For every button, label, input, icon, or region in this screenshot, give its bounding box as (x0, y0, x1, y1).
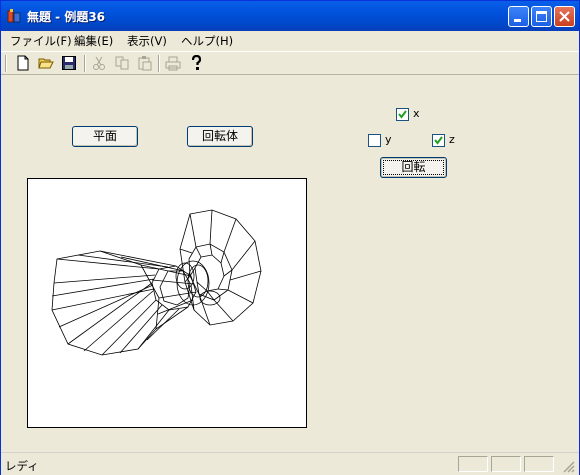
checkbox-z-label: z (449, 133, 455, 146)
checkbox-y-label: y (385, 133, 392, 146)
menu-file[interactable]: ファイル(F) (10, 33, 72, 49)
minimize-button[interactable] (508, 6, 529, 27)
drawing-canvas[interactable] (27, 178, 307, 428)
app-icon (7, 9, 21, 23)
rotate-button[interactable]: 回転 (380, 157, 447, 178)
maximize-icon (536, 11, 547, 22)
menu-edit[interactable]: 編集(E) (74, 33, 113, 49)
status-text: レディ (5, 459, 39, 473)
toolbar (1, 51, 579, 75)
minimize-icon (514, 19, 521, 22)
maximize-button[interactable] (531, 6, 552, 27)
resize-grip-icon[interactable] (563, 461, 575, 473)
status-bar: レディ (1, 452, 579, 475)
window-title: 無題 - 例題36 (27, 10, 106, 24)
toolbar-separator (158, 55, 160, 72)
close-icon (559, 11, 570, 22)
app-window: 無題 - 例題36 ファイル(F) 編集(E) 表示(V) ヘルプ(H) 平面 … (0, 0, 580, 475)
status-panel-caps (458, 456, 488, 472)
checkbox-y[interactable]: y (368, 133, 408, 148)
help-icon[interactable] (188, 55, 204, 71)
open-icon[interactable] (38, 55, 54, 71)
menu-bar: ファイル(F) 編集(E) 表示(V) ヘルプ(H) (1, 31, 579, 50)
status-panel-num (491, 456, 521, 472)
close-button[interactable] (554, 6, 575, 27)
status-panel-scrl (524, 456, 554, 472)
copy-icon[interactable] (114, 55, 130, 71)
menu-help[interactable]: ヘルプ(H) (181, 33, 233, 49)
checkmark-icon (398, 110, 407, 119)
checkbox-x-box[interactable] (396, 108, 409, 121)
menu-view[interactable]: 表示(V) (127, 33, 167, 49)
wireframe-model-image (51, 209, 262, 356)
checkmark-icon (434, 136, 443, 145)
plane-button[interactable]: 平面 (72, 126, 138, 147)
toolbar-grip[interactable] (5, 55, 7, 72)
cut-icon[interactable] (91, 55, 107, 71)
client-area: 平面 回転体 x y z 回転 (1, 75, 579, 452)
save-icon[interactable] (61, 55, 77, 71)
checkbox-z[interactable]: z (432, 133, 472, 148)
checkbox-x[interactable]: x (396, 107, 436, 122)
checkbox-z-box[interactable] (432, 134, 445, 147)
new-icon[interactable] (15, 55, 31, 71)
checkbox-x-label: x (413, 107, 420, 120)
checkbox-y-box[interactable] (368, 134, 381, 147)
title-bar[interactable]: 無題 - 例題36 (1, 1, 579, 32)
toolbar-separator (84, 55, 86, 72)
paste-icon[interactable] (137, 55, 153, 71)
rotation-body-button[interactable]: 回転体 (187, 126, 253, 147)
print-icon[interactable] (165, 55, 181, 71)
